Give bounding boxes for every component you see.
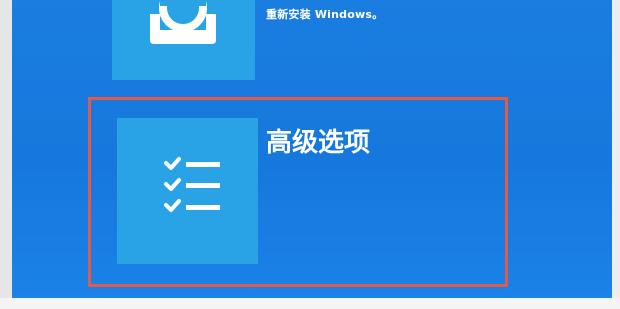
window-frame-bottom: [0, 298, 620, 309]
window-frame-right: [612, 0, 620, 309]
checklist-icon: [164, 157, 220, 212]
restore-description: 重新安装 Windows。: [266, 8, 384, 21]
window-frame-left: [0, 0, 12, 309]
advanced-options-title: 高级选项: [266, 128, 371, 158]
restore-icon: [150, 0, 216, 44]
